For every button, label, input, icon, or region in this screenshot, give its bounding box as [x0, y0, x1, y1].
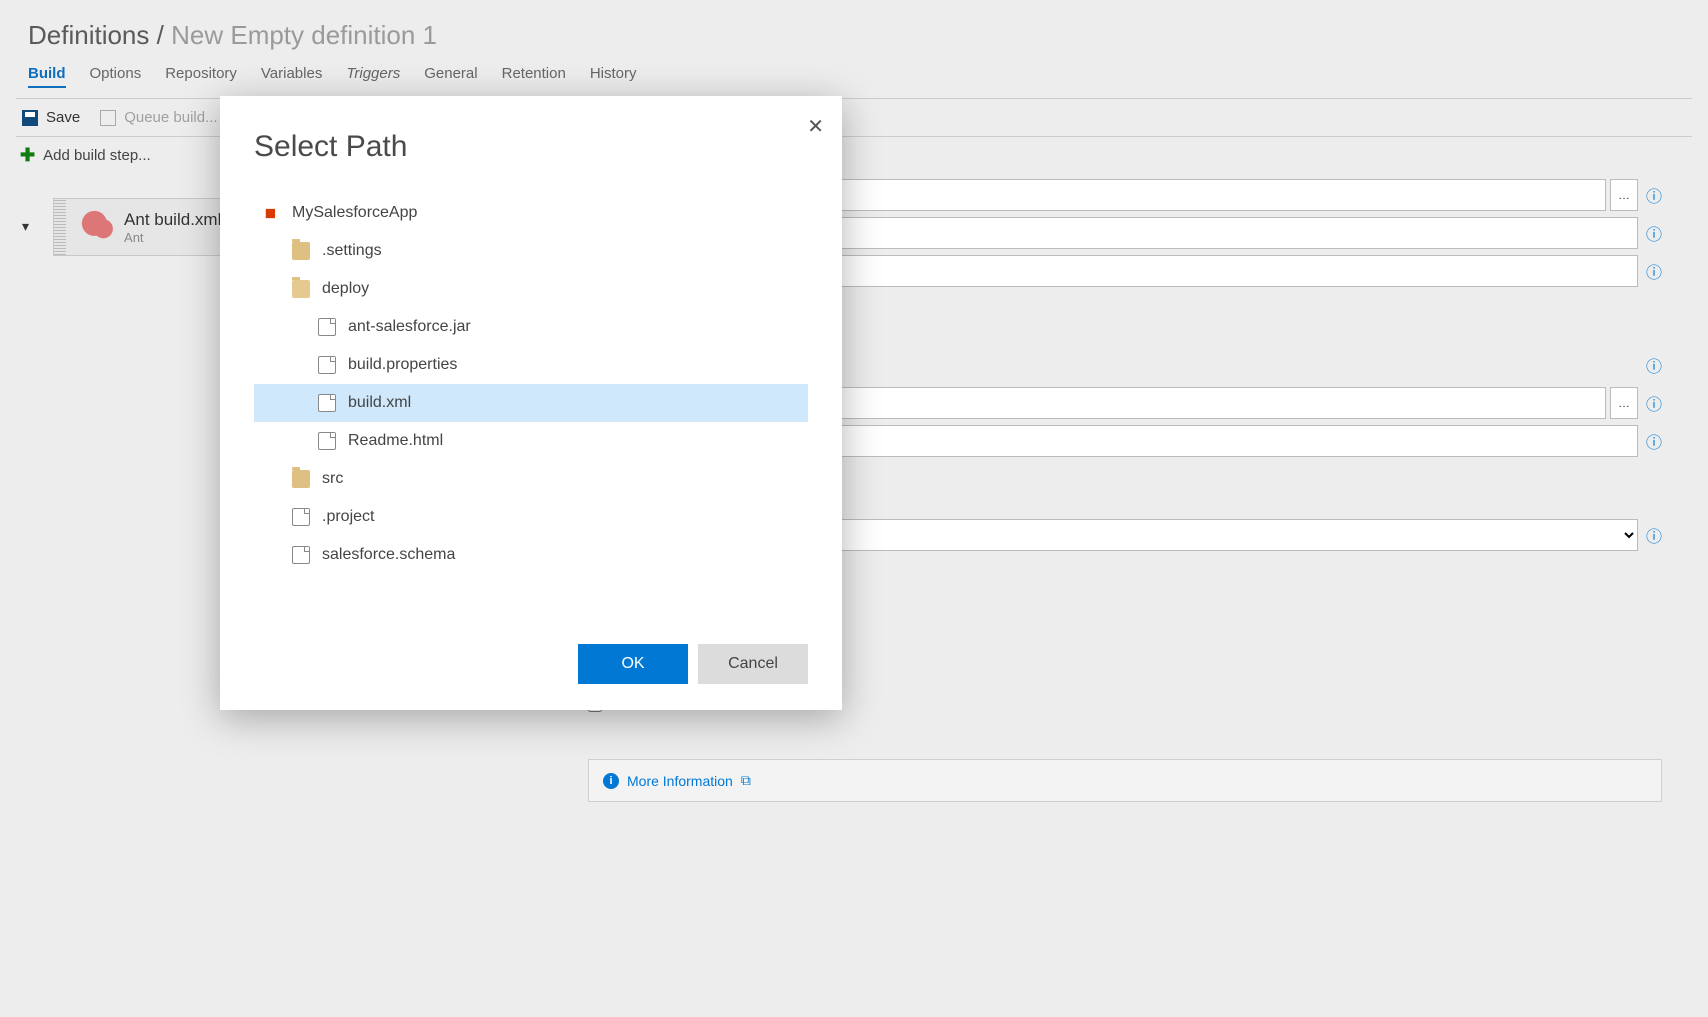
file-tree: ◆ MySalesforceApp .settings deploy ant-sal… — [254, 194, 808, 574]
tree-root[interactable]: ◆ MySalesforceApp — [254, 194, 808, 232]
cancel-button[interactable]: Cancel — [698, 644, 808, 684]
tree-item[interactable]: build.properties — [254, 346, 808, 384]
modal-backdrop: ✕ Select Path ◆ MySalesforceApp .setting… — [0, 0, 1708, 1017]
file-icon — [318, 432, 336, 450]
file-icon — [318, 318, 336, 336]
tree-label: deploy — [322, 280, 369, 298]
file-icon — [292, 546, 310, 564]
tree-item[interactable]: salesforce.schema — [254, 536, 808, 574]
tree-label: ant-salesforce.jar — [348, 318, 471, 336]
tree-item[interactable]: src — [254, 460, 808, 498]
ok-button[interactable]: OK — [578, 644, 688, 684]
tree-label: build.properties — [348, 356, 457, 374]
tree-label: MySalesforceApp — [292, 204, 417, 222]
tree-item[interactable]: Readme.html — [254, 422, 808, 460]
tree-item[interactable]: build.xml — [254, 384, 808, 422]
tree-label: .settings — [322, 242, 382, 260]
folder-icon — [292, 242, 310, 260]
dialog-title: Select Path — [254, 130, 808, 164]
tree-label: src — [322, 470, 343, 488]
tree-item[interactable]: ant-salesforce.jar — [254, 308, 808, 346]
repo-icon: ◆ — [258, 200, 283, 225]
close-icon[interactable]: ✕ — [807, 114, 824, 139]
folder-icon — [292, 470, 310, 488]
select-path-dialog: ✕ Select Path ◆ MySalesforceApp .setting… — [220, 96, 842, 710]
tree-label: salesforce.schema — [322, 546, 455, 564]
tree-label: build.xml — [348, 394, 411, 412]
folder-icon — [292, 280, 310, 298]
tree-item[interactable]: .settings — [254, 232, 808, 270]
tree-item[interactable]: deploy — [254, 270, 808, 308]
tree-item[interactable]: .project — [254, 498, 808, 536]
file-icon — [318, 394, 336, 412]
file-icon — [292, 508, 310, 526]
tree-label: Readme.html — [348, 432, 443, 450]
file-icon — [318, 356, 336, 374]
tree-label: .project — [322, 508, 374, 526]
